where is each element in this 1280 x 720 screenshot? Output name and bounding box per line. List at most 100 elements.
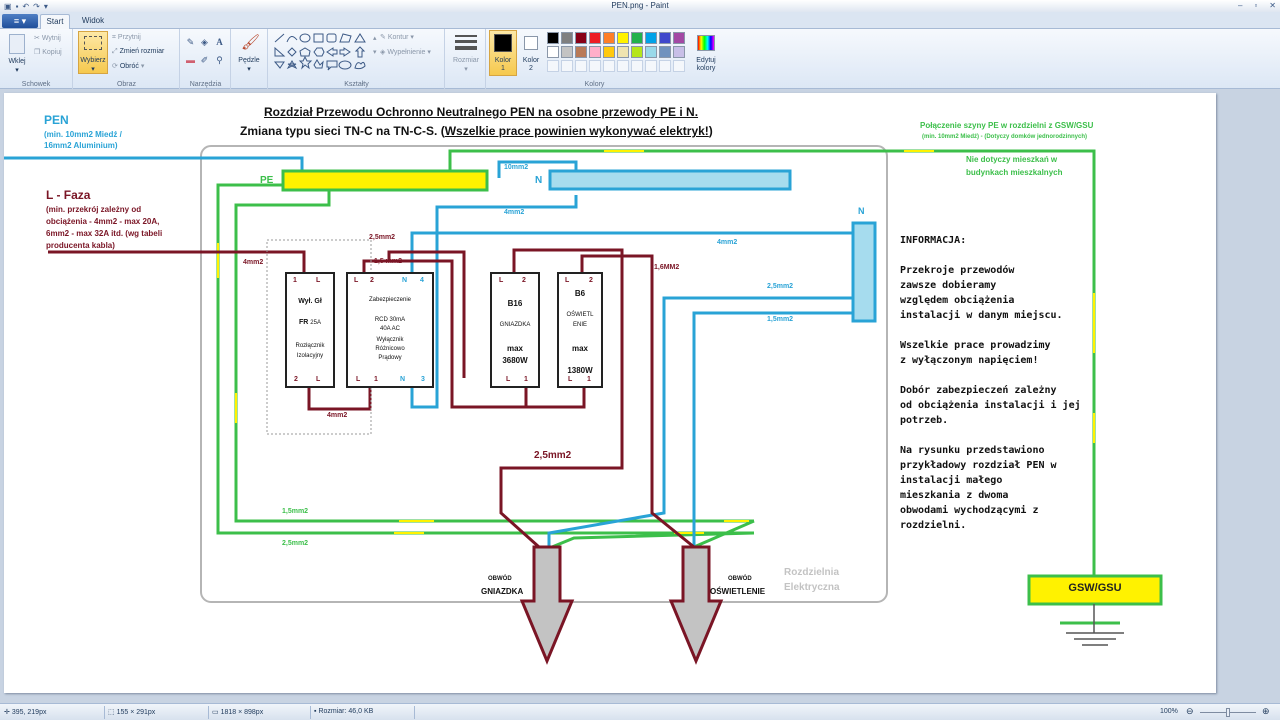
- minimize-button[interactable]: –: [1238, 1, 1242, 10]
- group-label-tools: Narzędzia: [189, 81, 222, 88]
- zoom-level: 100%: [1160, 708, 1178, 715]
- custom-color-slot[interactable]: [589, 60, 601, 72]
- color-swatch[interactable]: [617, 32, 629, 44]
- diagram-title-line2: Zmiana typu sieci TN-C na TN-C-S. (Wszel…: [240, 124, 713, 138]
- group-label-shapes: Kształty: [344, 81, 369, 88]
- custom-color-slot[interactable]: [631, 60, 643, 72]
- group-colors: Kolor 1 Kolor 2 Edytuj kolory Kolory: [487, 29, 722, 89]
- custom-color-slot[interactable]: [547, 60, 559, 72]
- custom-color-slot[interactable]: [673, 60, 685, 72]
- custom-color-slot[interactable]: [645, 60, 657, 72]
- color-swatch[interactable]: [659, 32, 671, 44]
- cut-button[interactable]: ✂ Wytnij: [34, 34, 61, 42]
- fill-button[interactable]: ◈ Wypełnienie ▾: [380, 48, 431, 56]
- canvas-area[interactable]: Rozdział Przewodu Ochronno Neutralnego P…: [0, 90, 1280, 703]
- color-swatch[interactable]: [645, 46, 657, 58]
- resize-button[interactable]: ⤢ Zmień rozmiar: [112, 48, 164, 56]
- text-icon[interactable]: A: [214, 37, 225, 48]
- color-swatch[interactable]: [561, 46, 573, 58]
- custom-color-slot[interactable]: [561, 60, 573, 72]
- edit-colors-icon[interactable]: [697, 35, 715, 51]
- lighting-circuit-label: OŚWIETLENIE: [710, 587, 766, 596]
- pencil-icon[interactable]: ✎: [185, 37, 196, 48]
- size-button[interactable]: Rozmiar: [446, 57, 486, 64]
- group-clipboard: Wklej ▾ ✂ Wytnij ❐ Kopiuj Schowek: [0, 29, 73, 89]
- color-swatch[interactable]: [575, 46, 587, 58]
- close-button[interactable]: ✕: [1269, 1, 1276, 10]
- drawing-canvas[interactable]: Rozdział Przewodu Ochronno Neutralnego P…: [4, 93, 1216, 693]
- color-swatch[interactable]: [645, 32, 657, 44]
- color-swatch[interactable]: [673, 46, 685, 58]
- diagram-labels: Rozdział Przewodu Ochronno Neutralnego P…: [4, 93, 1216, 693]
- color-swatch[interactable]: [603, 46, 615, 58]
- rotate-button[interactable]: ⟳ Obróć ▾: [112, 62, 144, 70]
- paint-menu-button[interactable]: ≡ ▾: [2, 14, 38, 28]
- custom-color-slot[interactable]: [603, 60, 615, 72]
- zoom-out-icon[interactable]: ⊖: [1186, 706, 1194, 717]
- line-size-icon[interactable]: [455, 35, 477, 37]
- chevron-down-icon[interactable]: ▾: [232, 65, 266, 73]
- magnifier-icon[interactable]: ⚲: [214, 55, 225, 66]
- title-bar: ▣ ▪ ↶ ↷ ▾ PEN.png - Paint – ▫ ✕: [0, 0, 1280, 12]
- color-swatch[interactable]: [547, 32, 559, 44]
- shapes-scroll-icon[interactable]: ▴: [373, 34, 377, 42]
- copy-button[interactable]: ❐ Kopiuj: [34, 48, 62, 56]
- fill-icon[interactable]: ◈: [199, 37, 210, 48]
- info-title: INFORMACJA:: [900, 235, 967, 246]
- color-swatch[interactable]: [631, 46, 643, 58]
- color-swatch[interactable]: [589, 32, 601, 44]
- maximize-button[interactable]: ▫: [1254, 1, 1257, 10]
- color-swatch[interactable]: [617, 46, 629, 58]
- custom-color-slot[interactable]: [617, 60, 629, 72]
- color2-button[interactable]: Kolor: [518, 57, 544, 64]
- n-vertical-bar-label: N: [858, 206, 865, 216]
- shapes-gallery[interactable]: [273, 32, 371, 76]
- color-swatch[interactable]: [673, 32, 685, 44]
- tab-start[interactable]: Start: [40, 14, 70, 29]
- pen-label: PEN: [44, 113, 69, 127]
- selection-size: ⬚ 155 × 291px: [108, 709, 156, 716]
- zoom-slider-thumb[interactable]: [1226, 708, 1230, 717]
- color-swatch[interactable]: [589, 46, 601, 58]
- outline-icon: ✎: [380, 34, 386, 41]
- group-label-colors: Kolory: [584, 81, 605, 88]
- color-swatch[interactable]: [547, 46, 559, 58]
- chevron-down-icon[interactable]: ▾: [10, 66, 24, 74]
- divider: [414, 706, 415, 719]
- chevron-down-icon[interactable]: ▾: [78, 65, 108, 73]
- zoom-in-icon[interactable]: ⊕: [1262, 706, 1270, 717]
- color-swatch[interactable]: [561, 32, 573, 44]
- group-brushes: 🖌 Pędzle ▾: [232, 29, 268, 89]
- info-panel: INFORMACJA: Przekroje przewodów zawsze d…: [900, 235, 1081, 531]
- window-title: PEN.png - Paint: [611, 1, 669, 10]
- selection-icon: [84, 36, 102, 50]
- gsw-connection-title: Połączenie szyny PE w rozdzielni z GSW/G…: [920, 121, 1094, 130]
- crop-button[interactable]: ⌗ Przytnij: [112, 34, 141, 42]
- eraser-icon[interactable]: ▬: [185, 55, 196, 66]
- disk-icon: ▪: [314, 708, 317, 715]
- divider: [104, 706, 105, 719]
- shapes-scroll-down-icon[interactable]: ▾: [373, 48, 377, 56]
- paste-icon[interactable]: [9, 34, 25, 54]
- ribbon-tabs: ≡ ▾ Start Widok: [0, 12, 1280, 29]
- brushes-button[interactable]: Pędzle: [232, 57, 266, 64]
- group-label-image: Obraz: [116, 81, 137, 88]
- outline-button[interactable]: ✎ Kontur ▾: [380, 33, 414, 41]
- color-swatch[interactable]: [631, 32, 643, 44]
- edit-colors-button[interactable]: Edytuj: [690, 57, 722, 64]
- color2-swatch[interactable]: [524, 36, 538, 50]
- custom-color-slot[interactable]: [659, 60, 671, 72]
- cursor-position: ✛ 395, 219px: [4, 709, 47, 716]
- color-swatch[interactable]: [575, 32, 587, 44]
- chevron-down-icon[interactable]: ▾: [446, 65, 486, 73]
- image-size-icon: ▭: [212, 709, 219, 716]
- custom-color-slot[interactable]: [575, 60, 587, 72]
- color-swatch[interactable]: [659, 46, 671, 58]
- color-swatch[interactable]: [603, 32, 615, 44]
- brush-icon[interactable]: 🖌: [241, 33, 260, 53]
- tab-view[interactable]: Widok: [76, 14, 110, 29]
- paste-button[interactable]: Wklej: [4, 58, 30, 65]
- group-shapes: ▴ ▾ ✎ Kontur ▾ ◈ Wypełnienie ▾ Kształty: [269, 29, 445, 89]
- group-image: Wybierz ▾ ⌗ Przytnij ⤢ Zmień rozmiar ⟳ O…: [74, 29, 180, 89]
- color-picker-icon[interactable]: ✐: [199, 55, 210, 66]
